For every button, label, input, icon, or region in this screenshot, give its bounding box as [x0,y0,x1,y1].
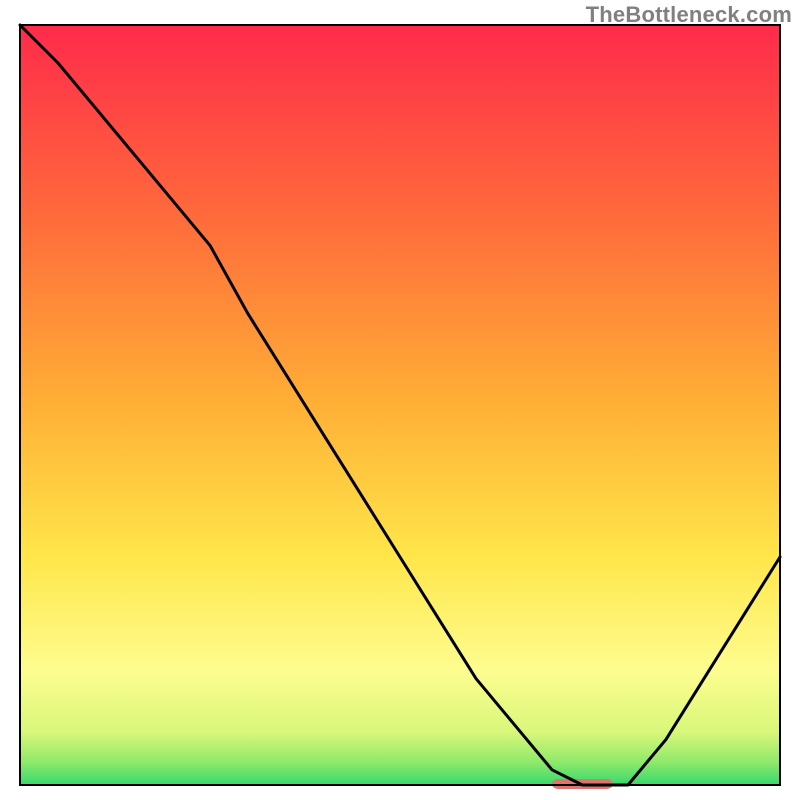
chart-svg [0,0,800,800]
chart-container: TheBottleneck.com [0,0,800,800]
plot-background [20,25,780,785]
